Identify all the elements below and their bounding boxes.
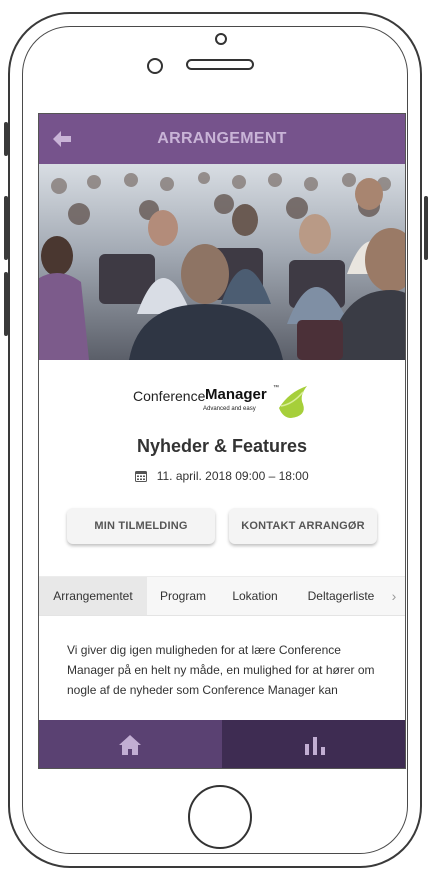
audience-photo — [39, 164, 405, 360]
logo-tagline: Advanced and easy — [203, 406, 256, 412]
page-title: ARRANGEMENT — [157, 130, 287, 147]
contact-organizer-button[interactable]: KONTAKT ARRANGØR — [229, 508, 377, 544]
app-screen: ARRANGEMENT Conference Manager ™ Advance… — [38, 113, 406, 769]
logo-word-conference: Conference — [133, 388, 206, 404]
home-icon — [119, 735, 141, 755]
event-hero-image — [39, 164, 405, 360]
bottom-navigation — [39, 720, 405, 768]
my-registration-button[interactable]: MIN TILMELDING — [67, 508, 215, 544]
event-title: Nyheder & Features — [136, 436, 308, 456]
event-description: Vi giver dig igen muligheden for at lære… — [67, 643, 375, 697]
event-date: 11. april. 2018 — [156, 469, 232, 483]
tab-program[interactable]: Program — [153, 577, 213, 615]
event-datetime: 11. april. 2018 09:00 – 18:00 — [39, 469, 405, 483]
conference-manager-logo: Conference Manager ™ Advanced and easy — [133, 382, 313, 422]
leaf-swoosh-icon — [279, 386, 307, 418]
power-button — [424, 196, 428, 260]
nav-home[interactable] — [39, 720, 222, 768]
camera-dot — [215, 33, 227, 45]
bar-chart-icon — [305, 737, 325, 755]
nav-stats[interactable] — [222, 720, 405, 768]
volume-up-button — [4, 196, 8, 260]
tab-deltagerliste[interactable]: Deltagerliste — [301, 577, 381, 615]
tab-arrangementet[interactable]: Arrangementet — [39, 577, 147, 615]
chevron-right-icon[interactable]: › — [385, 577, 403, 615]
calendar-icon — [135, 471, 148, 482]
tab-lokation[interactable]: Lokation — [225, 577, 285, 615]
front-camera — [147, 58, 163, 74]
earpiece-speaker — [186, 59, 254, 70]
mute-switch — [4, 122, 8, 156]
home-button[interactable] — [188, 785, 252, 849]
event-time: 09:00 – 18:00 — [235, 469, 309, 483]
logo-word-manager: Manager — [205, 386, 267, 403]
event-tabs: Arrangementet Program Lokation Deltagerl… — [39, 576, 405, 616]
top-bar: ARRANGEMENT — [39, 114, 405, 164]
volume-down-button — [4, 272, 8, 336]
